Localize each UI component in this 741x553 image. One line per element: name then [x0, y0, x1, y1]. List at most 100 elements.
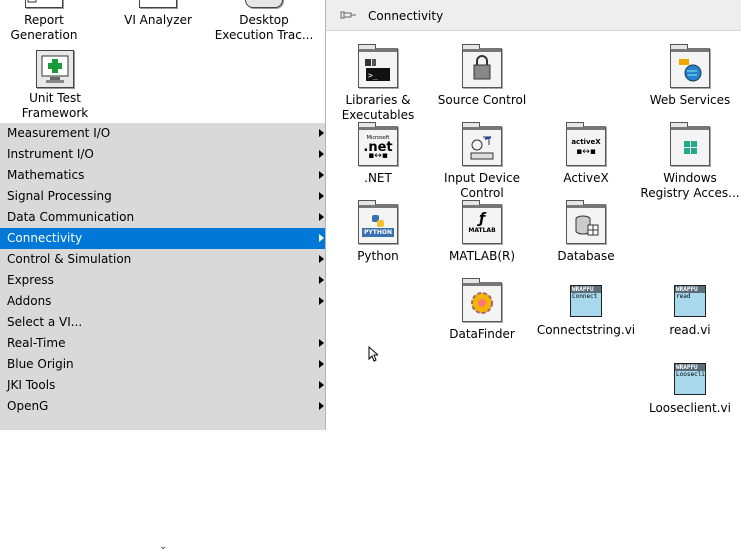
tile-label: Report Generation	[10, 13, 78, 42]
vi-icon-band: WRAPFU	[675, 286, 705, 293]
menu-item-label: Data Communication	[7, 210, 135, 224]
unit-test-framework-tile[interactable]: Unit Test Framework	[5, 50, 105, 121]
looseclient-vi-item[interactable]: WRAPFU Looseclit Looseclient.vi	[638, 363, 741, 416]
dotnet-item[interactable]: Microsoft .net ▪↔▪ .NET	[326, 122, 430, 186]
datafinder-item[interactable]: DataFinder	[430, 278, 534, 342]
input-device-control-item[interactable]: Input Device Control	[430, 122, 534, 201]
menu-item-measurement-io[interactable]: Measurement I/O	[0, 123, 325, 144]
function-icon: ƒ	[478, 211, 486, 227]
menu-item-connectivity[interactable]: Connectivity	[0, 228, 325, 249]
source-control-icon	[462, 44, 502, 88]
menu-item-label: OpenG	[7, 399, 49, 413]
submenu-arrow-icon	[319, 234, 324, 242]
submenu-arrow-icon	[319, 150, 324, 158]
item-label: ActiveX	[563, 171, 609, 185]
submenu-arrow-icon	[319, 339, 324, 347]
database-item[interactable]: Database	[534, 200, 638, 264]
item-label: Python	[357, 249, 399, 263]
menu-item-label: Connectivity	[7, 231, 83, 245]
item-label: Connectstring.vi	[536, 323, 636, 337]
submenu-arrow-icon	[319, 276, 324, 284]
item-label: Source Control	[437, 93, 527, 107]
mouse-pointer-icon	[368, 346, 378, 362]
tile-label: VI Analyzer	[124, 13, 192, 27]
menu-item-label: Measurement I/O	[7, 126, 111, 140]
submenu-arrow-icon	[319, 213, 324, 221]
read-vi-icon: WRAPFU read	[674, 285, 706, 317]
menu-item-mathematics[interactable]: Mathematics	[0, 165, 325, 186]
scroll-down-chevron-icon[interactable]: ⌄	[159, 541, 167, 553]
web-services-item[interactable]: Web Services	[638, 44, 741, 108]
submenu-arrow-icon	[319, 171, 324, 179]
menu-item-openg[interactable]: OpenG	[0, 396, 325, 417]
svg-text:>_: >_	[368, 71, 378, 80]
submenu-arrow-icon	[319, 360, 324, 368]
python-item[interactable]: PYTHON Python	[326, 200, 430, 264]
subpalette-header: Connectivity	[326, 0, 741, 31]
vi-icon-band: WRAPFU	[571, 286, 601, 293]
menu-item-label: Express	[7, 273, 54, 287]
menu-item-express[interactable]: Express	[0, 270, 325, 291]
connector-icon: ▪↔▪	[576, 147, 596, 157]
menu-item-blue-origin[interactable]: Blue Origin	[0, 354, 325, 375]
connectivity-subpalette: Connectivity >_ Libraries & Executables …	[325, 0, 741, 430]
desktop-execution-trace-icon	[245, 0, 283, 8]
libraries-executables-icon: >_	[358, 44, 398, 88]
looseclient-vi-icon: WRAPFU Looseclit	[674, 363, 706, 395]
read-vi-item[interactable]: WRAPFU read read.vi	[638, 285, 741, 338]
menu-item-select-a-vi[interactable]: Select a VI...	[0, 312, 325, 333]
matlab-item[interactable]: ƒ MATLAB MATLAB(R)	[430, 200, 534, 264]
libraries-executables-item[interactable]: >_ Libraries & Executables	[326, 44, 430, 123]
menu-item-label: Blue Origin	[7, 357, 74, 371]
windows-registry-icon	[670, 122, 710, 166]
submenu-arrow-icon	[319, 402, 324, 410]
connectstring-vi-item[interactable]: WRAPFU Connect Connectstring.vi	[534, 285, 638, 338]
connector-icon: ▪↔▪	[368, 150, 388, 161]
thumbtack-icon[interactable]	[340, 9, 356, 21]
tile-label: Desktop Execution Trac...	[214, 13, 314, 42]
functions-palette: Report Generation VI Analyzer Desktop Ex…	[0, 0, 325, 552]
vi-analyzer-tile[interactable]: VI Analyzer	[108, 0, 208, 28]
vi-icon-band: WRAPFU	[675, 364, 705, 371]
item-label: DataFinder	[449, 327, 515, 341]
vi-icon-subtext: read	[676, 293, 691, 300]
menu-item-label: JKI Tools	[7, 378, 56, 392]
report-generation-tile[interactable]: Report Generation	[0, 0, 94, 43]
menu-item-label: Instrument I/O	[7, 147, 94, 161]
menu-item-addons[interactable]: Addons	[0, 291, 325, 312]
vi-icon-subtext: Connect	[572, 293, 598, 300]
windows-registry-item[interactable]: Windows Registry Acces...	[638, 122, 741, 201]
menu-item-signal-processing[interactable]: Signal Processing	[0, 186, 325, 207]
menu-item-data-communication[interactable]: Data Communication	[0, 207, 325, 228]
connectstring-vi-icon: WRAPFU Connect	[570, 285, 602, 317]
activex-glyph-text: activeX	[571, 138, 601, 146]
menu-item-real-time[interactable]: Real-Time	[0, 333, 325, 354]
dotnet-icon: Microsoft .net ▪↔▪	[358, 122, 398, 166]
subpalette-title: Connectivity	[368, 9, 444, 23]
menu-item-control-simulation[interactable]: Control & Simulation	[0, 249, 325, 270]
activex-icon: activeX ▪↔▪	[566, 122, 606, 166]
item-label: Windows Registry Acces...	[640, 171, 740, 200]
vi-analyzer-icon	[139, 0, 177, 8]
item-label: .NET	[364, 171, 392, 185]
item-label: Database	[557, 249, 615, 263]
python-icon: PYTHON	[358, 200, 398, 244]
item-label: Libraries & Executables	[341, 93, 415, 122]
datafinder-icon	[462, 278, 502, 322]
menu-item-label: Control & Simulation	[7, 252, 132, 266]
item-label: Looseclient.vi	[648, 401, 731, 415]
menu-item-label: Addons	[7, 294, 52, 308]
submenu-arrow-icon	[319, 255, 324, 263]
palette-category-menu: Measurement I/O Instrument I/O Mathemati…	[0, 123, 325, 552]
matlab-glyph-text: MATLAB	[468, 227, 496, 234]
activex-item[interactable]: activeX ▪↔▪ ActiveX	[534, 122, 638, 186]
submenu-arrow-icon	[319, 381, 324, 389]
menu-item-label: Mathematics	[7, 168, 85, 182]
input-device-control-icon	[462, 122, 502, 166]
desktop-execution-trace-tile[interactable]: Desktop Execution Trac...	[212, 0, 316, 43]
menu-item-instrument-io[interactable]: Instrument I/O	[0, 144, 325, 165]
unit-test-framework-icon	[36, 50, 74, 88]
source-control-item[interactable]: Source Control	[430, 44, 534, 108]
menu-item-label: Real-Time	[7, 336, 66, 350]
menu-item-jki-tools[interactable]: JKI Tools	[0, 375, 325, 396]
